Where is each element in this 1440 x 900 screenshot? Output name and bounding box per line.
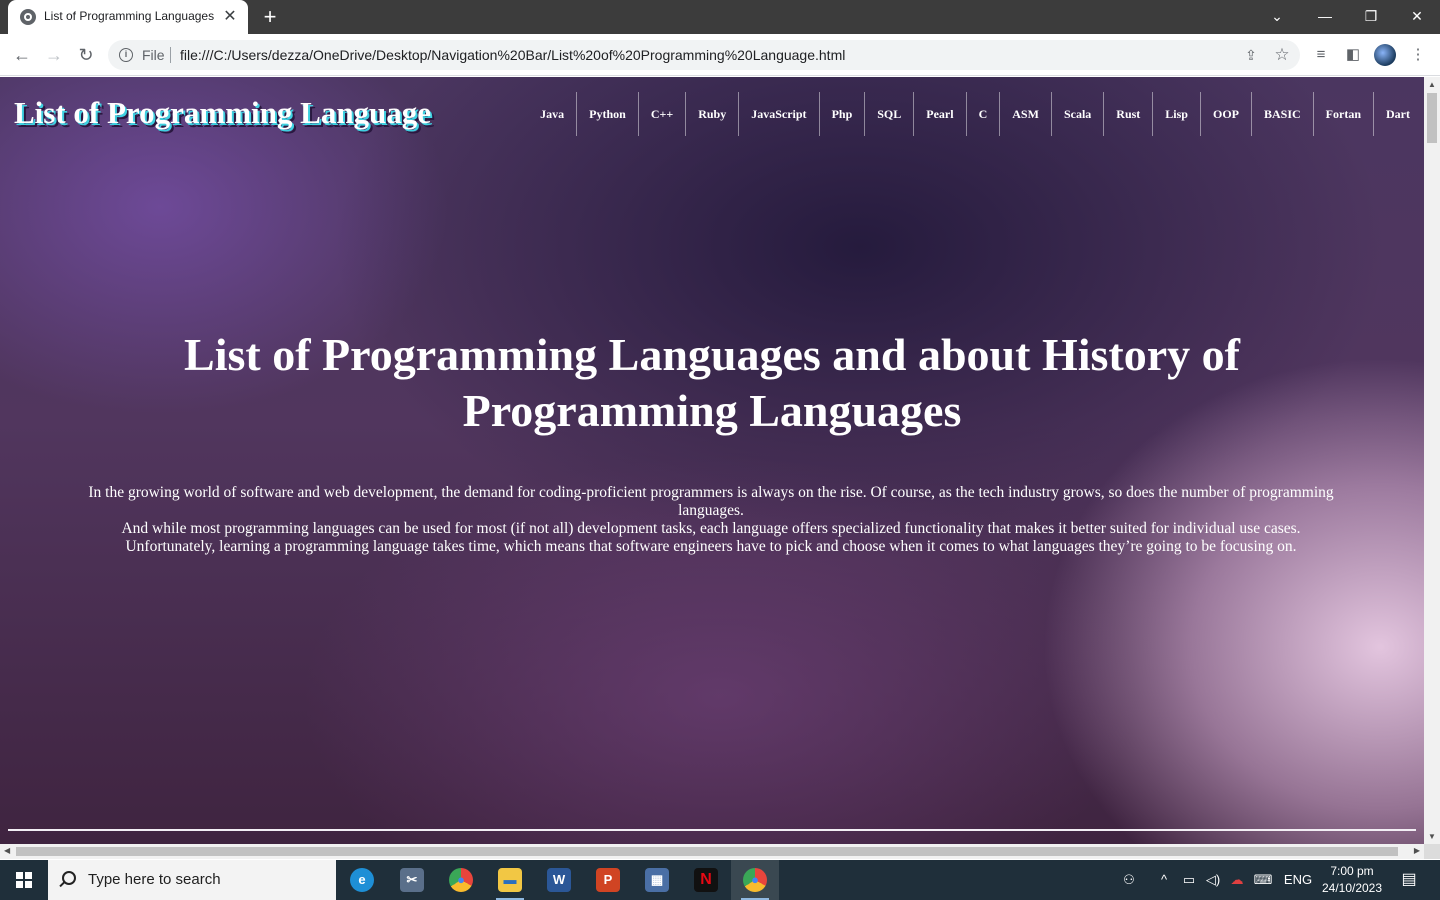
chrome-icon: ● <box>449 868 473 892</box>
chevron-up-icon[interactable]: ^ <box>1154 860 1174 900</box>
nav-item-pearl[interactable]: Pearl <box>913 92 965 136</box>
browser-tab[interactable]: List of Programming Languages ✕ <box>8 0 248 34</box>
page-headline: List of Programming Languages and about … <box>184 329 1240 436</box>
network-icon[interactable]: ▭ <box>1178 860 1200 900</box>
new-tab-button[interactable]: + <box>258 5 282 29</box>
nav-item-cpp[interactable]: C++ <box>637 92 685 136</box>
share-icon[interactable]: ⇪ <box>1242 46 1260 64</box>
nav-item-dart[interactable]: Dart <box>1373 92 1422 136</box>
keyboard-icon[interactable]: ⌨ <box>1250 860 1276 900</box>
cloud-error-icon[interactable]: ☁ <box>1226 860 1248 900</box>
nav-item-sql[interactable]: SQL <box>864 92 913 136</box>
address-bar[interactable]: i File file:///C:/Users/dezza/OneDrive/D… <box>108 40 1300 70</box>
nav-item-basic[interactable]: BASIC <box>1250 92 1313 136</box>
clock-time: 7:00 pm <box>1330 864 1374 878</box>
taskbar-app-file-explorer[interactable]: ▬ <box>486 860 534 900</box>
search-placeholder: Type here to search <box>88 871 221 888</box>
vertical-scroll-thumb[interactable] <box>1427 93 1437 143</box>
nav-item-ruby[interactable]: Ruby <box>685 92 738 136</box>
intro-paragraph-1: In the growing world of software and web… <box>88 484 1334 519</box>
snipping-tool-icon: ✂ <box>400 868 424 892</box>
horizontal-scroll-thumb[interactable] <box>16 847 1398 856</box>
nav-item-lisp[interactable]: Lisp <box>1152 92 1200 136</box>
search-icon <box>62 871 76 885</box>
nav-item-javascript[interactable]: JavaScript <box>738 92 818 136</box>
side-panel-icon[interactable]: ◧ <box>1342 44 1364 66</box>
bookmark-star-icon[interactable]: ☆ <box>1272 45 1292 65</box>
scroll-up-icon[interactable]: ▲ <box>1428 80 1436 89</box>
folder-icon: ▬ <box>498 868 522 892</box>
taskbar-app-snip[interactable]: ✂ <box>388 860 436 900</box>
horizontal-rule <box>8 829 1416 831</box>
reload-button[interactable]: ↻ <box>74 43 98 67</box>
nav-item-asm[interactable]: ASM <box>999 92 1051 136</box>
taskbar-app-netflix[interactable]: N <box>682 860 730 900</box>
chrome-icon: ● <box>743 868 767 892</box>
notification-center-icon[interactable]: ▤ <box>1394 860 1424 900</box>
horizontal-scrollbar[interactable]: ◀ ▶ <box>0 844 1424 859</box>
powerpoint-icon: P <box>596 868 620 892</box>
intro-paragraph-2: And while most programming languages can… <box>121 520 1301 537</box>
start-button[interactable] <box>0 860 48 900</box>
nav-item-php[interactable]: Php <box>818 92 865 136</box>
taskbar-app-chrome[interactable]: ● <box>437 860 485 900</box>
word-icon: W <box>547 868 571 892</box>
vertical-scrollbar[interactable]: ▲ ▼ <box>1424 77 1440 844</box>
tab-close-icon[interactable]: ✕ <box>220 7 240 27</box>
taskbar-app-chrome-active[interactable]: ● <box>731 860 779 900</box>
clock-date: 24/10/2023 <box>1321 881 1383 895</box>
nav-item-fortan[interactable]: Fortan <box>1312 92 1373 136</box>
nav-item-c[interactable]: C <box>965 92 1000 136</box>
close-window-button[interactable]: ✕ <box>1394 0 1440 34</box>
nav-item-scala[interactable]: Scala <box>1050 92 1103 136</box>
minimize-button[interactable]: — <box>1302 0 1348 34</box>
scroll-down-icon[interactable]: ▼ <box>1428 832 1436 841</box>
scroll-left-icon[interactable]: ◀ <box>4 846 10 855</box>
edge-icon: e <box>350 868 374 892</box>
taskbar-app-word[interactable]: W <box>535 860 583 900</box>
page-viewport: List of Programming Language Java Python… <box>0 77 1424 844</box>
url-text[interactable]: file:///C:/Users/dezza/OneDrive/Desktop/… <box>180 47 845 63</box>
profile-avatar[interactable] <box>1374 44 1396 66</box>
reading-list-icon[interactable]: ≡ <box>1310 44 1332 66</box>
volume-icon[interactable]: ◁) <box>1202 860 1224 900</box>
forward-button[interactable]: → <box>42 43 66 67</box>
taskbar-app-powerpoint[interactable]: P <box>584 860 632 900</box>
language-indicator[interactable]: ENG <box>1280 860 1316 900</box>
nav-item-oop[interactable]: OOP <box>1199 92 1251 136</box>
browser-tab-strip: List of Programming Languages ✕ + ⌄ — ❐ … <box>0 0 1440 34</box>
back-button[interactable]: ← <box>10 43 34 67</box>
intro-text: In the growing world of software and web… <box>56 484 1366 556</box>
app-icon: ▦ <box>645 868 669 892</box>
nav-item-java[interactable]: Java <box>528 92 576 136</box>
nav-item-rust[interactable]: Rust <box>1103 92 1152 136</box>
site-title: List of Programming Language <box>14 95 432 130</box>
scroll-right-icon[interactable]: ▶ <box>1414 846 1420 855</box>
top-navigation: Java Python C++ Ruby JavaScript Php SQL … <box>528 92 1422 136</box>
info-icon[interactable]: i <box>119 48 133 62</box>
taskbar-app-other[interactable]: ▦ <box>633 860 681 900</box>
system-clock[interactable]: 7:00 pm 24/10/2023 <box>1316 863 1388 897</box>
people-icon[interactable]: ⚇ <box>1116 860 1142 900</box>
netflix-icon: N <box>694 868 718 892</box>
menu-kebab-icon[interactable]: ⋮ <box>1407 44 1429 66</box>
divider <box>170 47 171 63</box>
tab-title: List of Programming Languages <box>44 9 215 23</box>
tab-search-icon[interactable]: ⌄ <box>1254 0 1300 34</box>
taskbar-app-edge[interactable]: e <box>338 860 386 900</box>
restore-button[interactable]: ❐ <box>1348 0 1394 34</box>
windows-taskbar: Type here to search e ✂ ● ▬ W P ▦ N ● ⚇ … <box>0 860 1440 900</box>
nav-item-python[interactable]: Python <box>576 92 638 136</box>
globe-icon <box>20 9 36 25</box>
intro-paragraph-3: Unfortunately, learning a programming la… <box>125 538 1297 555</box>
windows-logo-icon <box>16 872 32 888</box>
browser-toolbar: ← → ↻ i File file:///C:/Users/dezza/OneD… <box>0 34 1440 76</box>
scheme-label: File <box>142 47 165 63</box>
taskbar-search-box[interactable]: Type here to search <box>48 860 336 900</box>
scrollbar-corner <box>1424 844 1440 859</box>
